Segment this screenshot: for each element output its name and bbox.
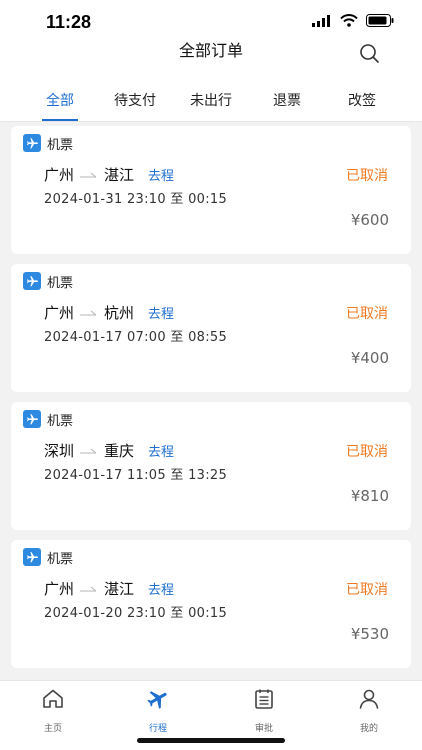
order-type-label: 机票 — [47, 276, 74, 291]
order-status: 已取消 — [346, 444, 388, 460]
search-icon[interactable] — [358, 42, 380, 64]
user-icon — [359, 689, 379, 709]
order-status: 已取消 — [346, 582, 388, 598]
nav-bar: 全部订单 — [0, 42, 422, 74]
tab-bar-label: 审批 — [254, 724, 273, 734]
order-type-label: 机票 — [47, 138, 74, 153]
plane-icon — [23, 134, 41, 152]
departure-city: 广州 — [44, 580, 75, 598]
tab-not-travelled[interactable]: 未出行 — [190, 90, 232, 110]
tab-all[interactable]: 全部 — [46, 90, 74, 110]
arrival-city: 湛江 — [104, 580, 135, 598]
plane-icon — [147, 691, 167, 709]
arrival-city: 重庆 — [104, 442, 135, 460]
plane-icon — [23, 272, 41, 290]
order-price: ¥400 — [350, 349, 389, 367]
tab-bar-profile[interactable]: 我的 — [339, 687, 399, 734]
tab-pending-payment[interactable]: 待支付 — [114, 90, 156, 110]
wifi-icon — [340, 14, 358, 27]
plane-icon — [23, 410, 41, 428]
tab-bar-home[interactable]: 主页 — [23, 687, 83, 734]
tab-bar-trips[interactable]: 行程 — [128, 687, 188, 734]
status-icons — [312, 14, 394, 27]
order-card[interactable]: 机票 广州 湛江 去程 已取消 2024-01-20 23:10 至 00:15… — [11, 540, 411, 668]
flight-time: 2024-01-20 23:10 至 00:15 — [44, 606, 228, 621]
route: 广州 湛江 — [44, 164, 134, 185]
route: 广州 湛江 — [44, 578, 134, 599]
trip-tag: 去程 — [148, 307, 175, 322]
arrival-city: 杭州 — [104, 304, 135, 322]
route-arrow-icon — [80, 172, 97, 177]
route-arrow-icon — [80, 586, 97, 591]
flight-time: 2024-01-17 07:00 至 08:55 — [44, 330, 228, 345]
route: 深圳 重庆 — [44, 440, 134, 461]
home-icon — [43, 689, 63, 708]
order-price: ¥810 — [350, 487, 389, 505]
order-card[interactable]: 机票 广州 杭州 去程 已取消 2024-01-17 07:00 至 08:55… — [11, 264, 411, 392]
home-indicator — [137, 738, 285, 743]
flight-time: 2024-01-31 23:10 至 00:15 — [44, 192, 228, 207]
tab-bar-label: 我的 — [359, 724, 378, 734]
signal-icon — [312, 14, 330, 27]
departure-city: 深圳 — [44, 442, 75, 460]
tab-underline — [42, 119, 78, 121]
order-type-label: 机票 — [47, 552, 74, 567]
order-tabs: 全部 待支付 未出行 退票 改签 — [0, 74, 422, 122]
trip-tag: 去程 — [148, 169, 175, 184]
order-status: 已取消 — [346, 306, 388, 322]
approval-icon — [255, 689, 273, 709]
departure-city: 广州 — [44, 166, 75, 184]
battery-icon — [366, 14, 394, 27]
tab-bar-label: 行程 — [148, 724, 167, 734]
order-card[interactable]: 机票 深圳 重庆 去程 已取消 2024-01-17 11:05 至 13:25… — [11, 402, 411, 530]
tab-change[interactable]: 改签 — [348, 90, 376, 110]
departure-city: 广州 — [44, 304, 75, 322]
arrival-city: 湛江 — [104, 166, 135, 184]
trip-tag: 去程 — [148, 583, 175, 598]
route-arrow-icon — [80, 448, 97, 453]
tab-refund[interactable]: 退票 — [273, 90, 301, 110]
status-time: 11:28 — [46, 12, 92, 32]
order-card[interactable]: 机票 广州 湛江 去程 已取消 2024-01-31 23:10 至 00:15… — [11, 126, 411, 254]
order-price: ¥530 — [350, 625, 389, 643]
tab-bar-approval[interactable]: 审批 — [234, 687, 294, 734]
trip-tag: 去程 — [148, 445, 175, 460]
flight-time: 2024-01-17 11:05 至 13:25 — [44, 468, 228, 483]
tab-bar-label: 主页 — [43, 724, 62, 734]
route: 广州 杭州 — [44, 302, 134, 323]
order-price: ¥600 — [350, 211, 389, 229]
status-bar: 11:28 — [0, 0, 422, 44]
order-type-label: 机票 — [47, 414, 74, 429]
plane-icon — [23, 548, 41, 566]
route-arrow-icon — [80, 310, 97, 315]
order-status: 已取消 — [346, 168, 388, 184]
